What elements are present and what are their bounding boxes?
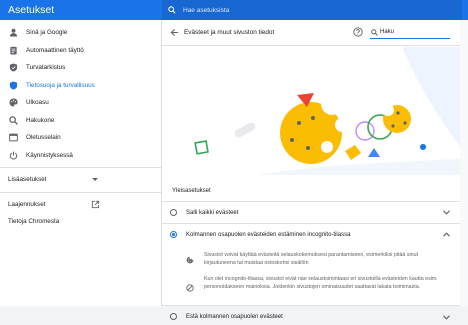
- top-bar: Asetukset Hae asetuksista: [0, 0, 468, 20]
- cookie-icon: [186, 256, 194, 264]
- page-header: Evästeet ja muut sivuston tiedot Haku: [162, 20, 460, 46]
- cookies-card: Evästeet ja muut sivuston tiedot Haku Yl…: [162, 20, 460, 320]
- search-icon: [168, 6, 176, 14]
- shield-icon: [9, 80, 18, 90]
- back-arrow-icon[interactable]: [170, 28, 179, 37]
- section-heading: Yleisasetukset: [172, 188, 211, 194]
- browser-icon: [9, 133, 18, 142]
- chevron-down-icon[interactable]: [443, 210, 450, 215]
- app-title: Asetukset: [8, 4, 55, 16]
- settings-search-bar[interactable]: Hae asetuksista: [162, 0, 462, 20]
- option-allow-all[interactable]: Salli kaikki evästeet: [162, 201, 460, 223]
- sidebar-item-label: Hakukone: [26, 116, 55, 124]
- sidebar-item-default-browser[interactable]: Oletusselain: [0, 129, 161, 147]
- option-label: Kolmannen osapuolen evästeiden estäminen…: [186, 232, 351, 238]
- description-cookies: Sivustot voivat käyttää evästeitä selaus…: [204, 252, 419, 266]
- sidebar-extensions-label: Laajennukset: [8, 200, 46, 208]
- sidebar-item-autofill[interactable]: Automaattinen täyttö: [0, 42, 161, 60]
- sidebar-item-label: Oletusselain: [26, 134, 61, 142]
- sidebar-item-label: Käynnistyksessä: [26, 151, 73, 159]
- search-placeholder: Hae asetuksista: [183, 6, 230, 14]
- dropdown-arrow-icon: [92, 178, 98, 181]
- page-title: Evästeet ja muut sivuston tiedot: [184, 29, 275, 36]
- divider: [0, 167, 161, 168]
- divider: [0, 191, 161, 193]
- sidebar-item-you-and-google[interactable]: Sinä ja Google: [0, 24, 161, 42]
- sidebar-item-advanced[interactable]: Lisäasetukset: [0, 171, 161, 189]
- sidebar-item-appearance[interactable]: Ulkoasu: [0, 94, 161, 112]
- open-in-new-icon: [91, 200, 100, 208]
- help-icon[interactable]: [353, 27, 363, 37]
- sidebar-item-on-startup[interactable]: Käynnistyksessä: [0, 147, 161, 165]
- sidebar-item-extensions[interactable]: Laajennukset: [0, 196, 161, 214]
- sidebar-about-label: Tietoja Chromesta: [8, 218, 60, 226]
- sidebar-item-label: Turvatarkistus: [26, 64, 66, 72]
- sidebar-item-label: Automaattinen täyttö: [26, 46, 84, 54]
- sidebar-item-search-engine[interactable]: Hakukone: [0, 112, 161, 130]
- palette-icon: [9, 98, 18, 107]
- sidebar-item-label: Sinä ja Google: [26, 29, 68, 37]
- search-icon: [371, 28, 378, 36]
- description-incognito: Kun olet incognito-tilassa, sivustot eiv…: [204, 276, 438, 290]
- person-icon: [9, 28, 18, 37]
- sidebar-item-safety-check[interactable]: Turvatarkistus: [0, 59, 161, 77]
- main-area: Evästeet ja muut sivuston tiedot Haku Yl…: [162, 20, 468, 320]
- sidebar-item-privacy-security[interactable]: Tietosuoja ja turvallisuus: [0, 77, 161, 95]
- sidebar-item-label: Tietosuoja ja turvallisuus: [26, 81, 95, 89]
- chevron-down-icon[interactable]: [443, 315, 450, 320]
- radio-block-third-party[interactable]: [170, 313, 177, 320]
- chevron-up-icon[interactable]: [443, 232, 450, 237]
- option-label: Estä kolmannen osapuolen evästeet: [186, 314, 283, 320]
- sidebar: Sinä ja Google Automaattinen täyttö Turv…: [0, 20, 162, 306]
- option-label: Salli kaikki evästeet: [186, 210, 239, 216]
- cookie-search-placeholder: Haku: [380, 29, 395, 35]
- cookie-search-field[interactable]: Haku: [370, 26, 450, 39]
- sidebar-advanced-label: Lisäasetukset: [8, 176, 47, 184]
- radio-block-incognito[interactable]: [170, 231, 177, 238]
- option-block-third-party[interactable]: Estä kolmannen osapuolen evästeet: [162, 305, 460, 325]
- scrollbar[interactable]: [462, 20, 466, 306]
- block-icon: [186, 284, 194, 292]
- clipboard-icon: [10, 46, 17, 55]
- power-icon: [9, 151, 18, 159]
- sidebar-item-label: Ulkoasu: [26, 99, 49, 107]
- shield-check-icon: [9, 63, 18, 72]
- search-icon: [9, 115, 18, 125]
- radio-allow-all[interactable]: [170, 209, 177, 216]
- option-block-incognito[interactable]: Kolmannen osapuolen evästeiden estäminen…: [162, 223, 460, 305]
- cookies-illustration: [162, 47, 460, 175]
- sidebar-item-about-chrome[interactable]: Tietoja Chromesta: [0, 213, 161, 231]
